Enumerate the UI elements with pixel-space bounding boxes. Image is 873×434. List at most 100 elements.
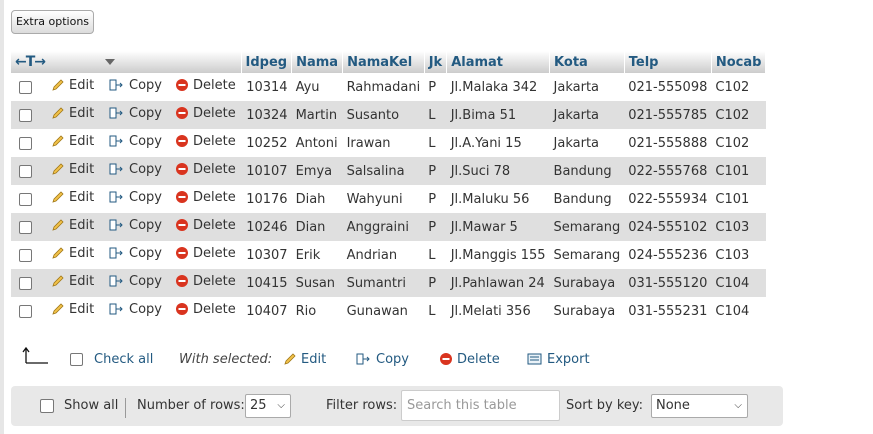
bulk-delete-button[interactable]: Delete <box>439 347 500 376</box>
cell-telp: 024-555236 <box>624 241 712 269</box>
cell-kota: Semarang <box>549 213 625 241</box>
column-header-nama[interactable]: Nama <box>291 51 344 73</box>
row-copy-link[interactable]: Copy <box>105 297 171 325</box>
check-all-checkbox[interactable] <box>70 347 83 373</box>
table-row: Edit Copy Delete 10407 Rio Gunawan L Jl.Melati … <box>11 297 766 325</box>
cell-telp: 022-555768 <box>624 157 712 185</box>
row-checkbox[interactable] <box>11 101 47 129</box>
cell-nocab: C104 <box>711 269 766 297</box>
table-row: Edit Copy Delete 10415 Susan Sumantri P Jl.Pahl… <box>11 269 766 297</box>
bulk-export-button[interactable]: Export <box>527 347 590 376</box>
row-edit-link[interactable]: Edit <box>47 157 105 185</box>
row-copy-link[interactable]: Copy <box>105 73 171 101</box>
separator <box>125 398 126 418</box>
row-checkbox[interactable] <box>11 241 47 269</box>
column-header-telp[interactable]: Telp <box>624 51 712 73</box>
bulk-copy-button[interactable]: Copy <box>356 347 409 376</box>
cell-jk: P <box>424 269 447 297</box>
results-table: ←T→ Idpeg Nama NamaKel Jk Alamat Kota Te… <box>11 51 767 325</box>
copy-icon <box>356 350 372 376</box>
cell-alamat: Jl.Mawar 5 <box>446 213 550 241</box>
column-sort-arrows[interactable]: ←T→ <box>15 54 46 70</box>
row-edit-link[interactable]: Edit <box>47 213 105 241</box>
column-header-idpeg[interactable]: Idpeg <box>241 51 293 73</box>
row-checkbox[interactable] <box>11 297 47 325</box>
cell-idpeg: 10407 <box>241 297 292 325</box>
row-delete-link[interactable]: Delete <box>171 297 241 325</box>
row-delete-link[interactable]: Delete <box>171 129 241 157</box>
row-checkbox[interactable] <box>11 185 47 213</box>
row-copy-link[interactable]: Copy <box>105 185 171 213</box>
row-copy-link[interactable]: Copy <box>105 157 171 185</box>
check-all-label[interactable]: Check all <box>94 347 153 373</box>
cell-idpeg: 10314 <box>241 73 292 101</box>
cell-namakel: Sumantri <box>342 269 425 297</box>
row-copy-link[interactable]: Copy <box>105 213 171 241</box>
cell-namakel: Susanto <box>342 101 425 129</box>
cell-namakel: Irawan <box>342 129 425 157</box>
cell-kota: Bandung <box>549 185 625 213</box>
row-checkbox[interactable] <box>11 213 47 241</box>
row-delete-link[interactable]: Delete <box>171 241 241 269</box>
row-copy-link[interactable]: Copy <box>105 129 171 157</box>
row-edit-link[interactable]: Edit <box>47 185 105 213</box>
row-edit-link[interactable]: Edit <box>47 241 105 269</box>
number-of-rows-select[interactable]: 25 ⌵ <box>245 394 291 418</box>
row-delete-link[interactable]: Delete <box>171 157 241 185</box>
row-delete-link[interactable]: Delete <box>171 73 241 101</box>
pencil-icon <box>51 106 65 124</box>
column-header-kota[interactable]: Kota <box>549 51 625 73</box>
row-checkbox[interactable] <box>11 129 47 157</box>
row-delete-link[interactable]: Delete <box>171 185 241 213</box>
filter-rows-label: Filter rows: <box>326 398 398 413</box>
pencil-icon <box>51 218 65 236</box>
bulk-edit-button[interactable]: Edit <box>283 347 326 376</box>
row-copy-link[interactable]: Copy <box>105 241 171 269</box>
row-delete-link[interactable]: Delete <box>171 213 241 241</box>
row-edit-link[interactable]: Edit <box>47 73 105 101</box>
cell-idpeg: 10176 <box>241 185 292 213</box>
show-all-checkbox[interactable] <box>40 386 54 426</box>
column-header-nocab[interactable]: Nocab <box>711 51 767 73</box>
row-edit-link[interactable]: Edit <box>47 101 105 129</box>
table-row: Edit Copy Delete 10176 Diah Wahyuni P Jl.Maluku… <box>11 185 766 213</box>
row-edit-link[interactable]: Edit <box>47 269 105 297</box>
with-selected-label: With selected: <box>179 352 273 367</box>
filter-rows-input[interactable]: Search this table <box>401 390 560 421</box>
cell-nama: Rio <box>291 297 343 325</box>
table-row: Edit Copy Delete 10324 Martin Susanto L Jl.Bima… <box>11 101 766 129</box>
pencil-icon <box>51 190 65 208</box>
column-header-jk[interactable]: Jk <box>424 51 448 73</box>
cell-nocab: C101 <box>711 157 766 185</box>
sort-by-key-select[interactable]: None ⌵ <box>651 394 748 418</box>
cell-telp: 021-555785 <box>624 101 712 129</box>
pencil-icon <box>51 302 65 320</box>
copy-icon <box>109 134 125 152</box>
delete-icon <box>439 350 453 376</box>
cell-nama: Martin <box>291 101 343 129</box>
cell-alamat: Jl.A.Yani 15 <box>446 129 550 157</box>
sort-by-key-label: Sort by key: <box>566 398 644 413</box>
pencil-icon <box>51 246 65 264</box>
column-menu-triangle-icon[interactable] <box>104 55 116 70</box>
row-edit-link[interactable]: Edit <box>47 129 105 157</box>
row-copy-link[interactable]: Copy <box>105 269 171 297</box>
column-controls-header: ←T→ <box>11 51 242 73</box>
row-delete-link[interactable]: Delete <box>171 101 241 129</box>
extra-options-button[interactable]: Extra options <box>11 10 94 34</box>
cell-idpeg: 10324 <box>241 101 292 129</box>
column-header-alamat[interactable]: Alamat <box>446 51 551 73</box>
row-delete-link[interactable]: Delete <box>171 269 241 297</box>
cell-nocab: C103 <box>711 213 766 241</box>
column-header-namakel[interactable]: NamaKel <box>342 51 425 73</box>
row-edit-link[interactable]: Edit <box>47 297 105 325</box>
cell-nama: Antoni <box>291 129 343 157</box>
show-all-label[interactable]: Show all <box>64 386 118 426</box>
row-copy-link[interactable]: Copy <box>105 101 171 129</box>
row-checkbox[interactable] <box>11 157 47 185</box>
row-checkbox[interactable] <box>11 269 47 297</box>
row-checkbox[interactable] <box>11 73 47 101</box>
cell-idpeg: 10107 <box>241 157 292 185</box>
delete-icon <box>175 78 189 96</box>
table-row: Edit Copy Delete 10107 Emya Salsalina P Jl.Suci… <box>11 157 766 185</box>
